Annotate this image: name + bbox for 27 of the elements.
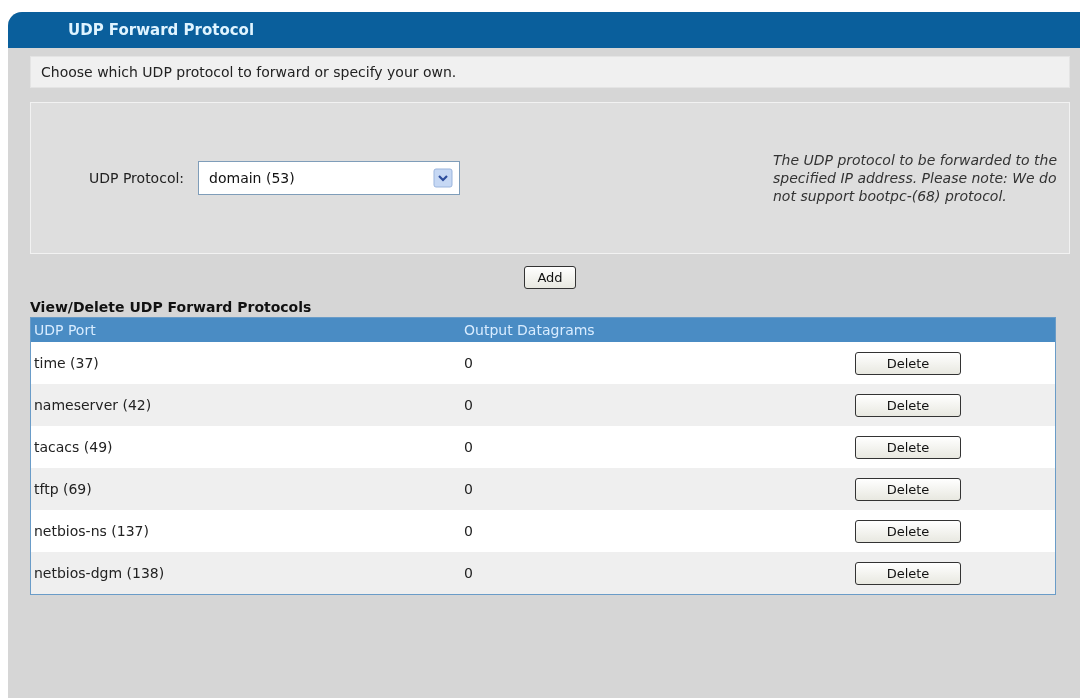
delete-button[interactable]: Delete (855, 519, 961, 543)
help-text: The UDP protocol to be forwarded to the specified IP address. Please note: We do not support bootpc-(68) protocol. (773, 151, 1059, 205)
delete-button[interactable]: Delete (855, 393, 961, 417)
delete-button[interactable]: Delete (855, 561, 961, 585)
table-cell-text: time (37) (33, 355, 100, 371)
table-cell-text: netbios-ns (137) (33, 523, 150, 539)
protocol-select[interactable]: domain (53) (198, 161, 461, 195)
table-cell-text: 0 (463, 565, 474, 581)
table-cell-text: 0 (463, 439, 474, 455)
table-cell-text: nameserver (42) (33, 397, 153, 413)
table-cell-text: 0 (463, 523, 474, 539)
table-cell-text: 0 (463, 481, 474, 497)
table-cell-text: netbios-dgm (138) (33, 565, 166, 581)
column-header: Output Datagrams (463, 322, 596, 338)
table-cell-text: 0 (463, 355, 474, 371)
section-title: View/Delete UDP Forward Protocols (30, 298, 313, 317)
delete-button[interactable]: Delete (855, 351, 961, 375)
column-header: UDP Port (33, 322, 97, 338)
delete-button[interactable]: Delete (855, 435, 961, 459)
table-cell-text: 0 (463, 397, 474, 413)
table-cell-text: tacacs (49) (33, 439, 114, 455)
field-label: UDP Protocol: (89, 170, 185, 186)
add-button[interactable]: Add (524, 266, 576, 289)
delete-button[interactable]: Delete (855, 477, 961, 501)
intro-text: Choose which UDP protocol to forward or specify your own. (30, 56, 1070, 88)
panel-title: UDP Forward Protocol (68, 21, 255, 39)
table-cell-text: tftp (69) (33, 481, 93, 497)
